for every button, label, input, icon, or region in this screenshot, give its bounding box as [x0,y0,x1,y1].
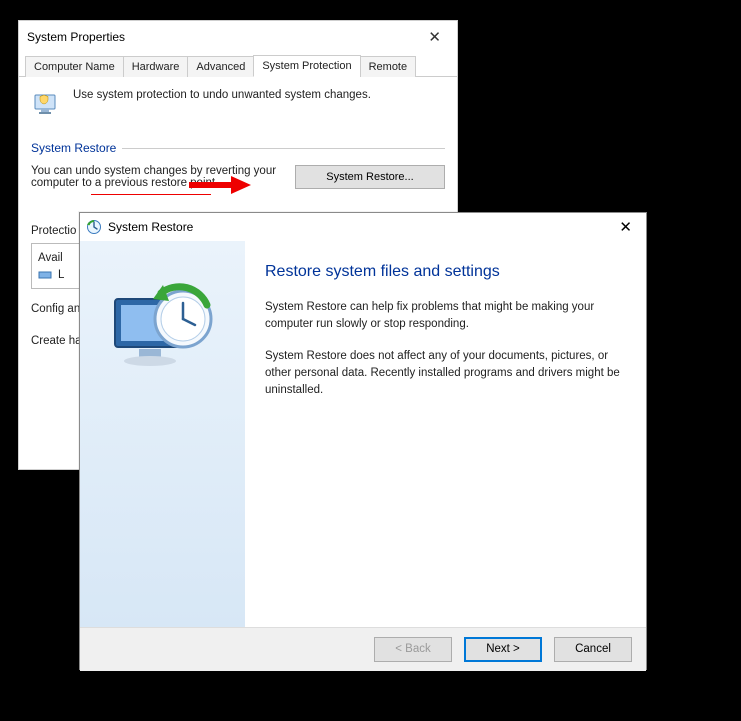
cancel-button[interactable]: Cancel [554,637,632,662]
wizard-paragraph-2: System Restore does not affect any of yo… [265,348,626,398]
system-restore-icon [86,219,102,235]
restore-monitor-clock-icon [103,271,223,381]
tab-strip: Computer Name Hardware Advanced System P… [19,53,457,77]
tab-hardware[interactable]: Hardware [123,56,189,77]
wizard-heading: Restore system files and settings [265,263,626,281]
tab-system-protection[interactable]: System Protection [253,55,360,77]
close-icon[interactable]: ✕ [420,26,449,48]
drive-icon [38,268,52,282]
close-icon[interactable]: ✕ [611,216,640,238]
system-restore-button[interactable]: System Restore... [295,165,445,189]
protection-settings-label-truncated: Protectio [31,225,76,237]
window-title: System Properties [27,30,125,44]
titlebar[interactable]: System Properties ✕ [19,21,457,53]
system-restore-wizard: System Restore ✕ Restore system [79,212,647,670]
wizard-titlebar[interactable]: System Restore ✕ [80,213,646,241]
wizard-body: Restore system files and settings System… [80,241,646,627]
tab-advanced[interactable]: Advanced [187,56,254,77]
next-button[interactable]: Next > [464,637,542,662]
wizard-footer: < Back Next > Cancel [80,627,646,671]
protection-shield-monitor-icon [31,89,63,121]
intro-text: Use system protection to undo unwanted s… [73,89,371,101]
wizard-title: System Restore [108,220,193,234]
wizard-content: Restore system files and settings System… [245,241,646,627]
wizard-paragraph-1: System Restore can help fix problems tha… [265,299,626,332]
back-button: < Back [374,637,452,662]
section-system-restore: System Restore [31,141,445,155]
tab-computer-name[interactable]: Computer Name [25,56,124,77]
tab-remote[interactable]: Remote [360,56,417,77]
wizard-sidebar [80,241,245,627]
available-drives-header-truncated: Avail [38,252,63,264]
annotation-underline [91,194,211,195]
restore-description: You can undo system changes by reverting… [31,165,285,189]
